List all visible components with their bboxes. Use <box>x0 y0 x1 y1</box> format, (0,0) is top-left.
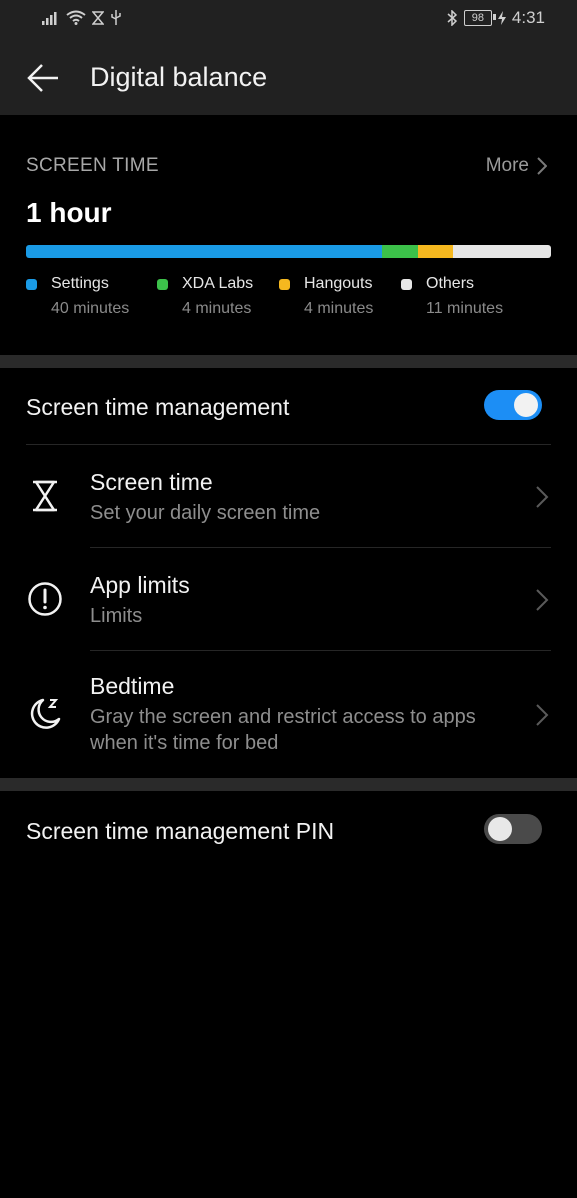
bedtime-row[interactable]: Bedtime Gray the screen and restrict acc… <box>0 651 577 778</box>
screen-time-section-label: SCREEN TIME <box>26 155 159 176</box>
chevron-right-icon <box>536 589 549 611</box>
screen-time-pin-label: Screen time management PIN <box>26 818 335 844</box>
bluetooth-icon <box>447 10 458 26</box>
signal-icon <box>42 11 57 25</box>
more-label: More <box>485 155 529 176</box>
page-title: Digital balance <box>90 62 268 92</box>
battery-indicator: 98 <box>463 10 496 26</box>
toggle-knob <box>488 817 512 841</box>
screen-time-pin-row[interactable]: Screen time management PIN <box>0 791 577 871</box>
legend-dot <box>157 279 168 290</box>
row-subtitle: Limits <box>90 605 143 627</box>
charging-icon <box>497 11 506 25</box>
row-subtitle-line-2: when it's time for bed <box>90 732 279 754</box>
usage-segment-others <box>453 245 551 258</box>
legend-app-name: Others <box>426 275 475 292</box>
toggle-knob <box>514 393 538 417</box>
legend-dot <box>279 279 290 290</box>
screen-time-management-row[interactable]: Screen time management <box>0 368 577 444</box>
wifi-icon <box>66 10 86 25</box>
legend-dot <box>26 279 37 290</box>
back-button[interactable] <box>24 58 64 98</box>
screen-time-management-label: Screen time management <box>26 394 290 420</box>
legend-app-name: XDA Labs <box>182 275 254 292</box>
screen-time-pin-toggle[interactable] <box>484 814 542 844</box>
row-subtitle-line-1: Gray the screen and restrict access to a… <box>90 706 476 728</box>
row-title: Bedtime <box>90 673 175 699</box>
screen-time-row[interactable]: Screen time Set your daily screen time <box>0 445 577 547</box>
screen-time-management-toggle[interactable] <box>484 390 542 420</box>
row-subtitle: Set your daily screen time <box>90 502 321 524</box>
row-title: App limits <box>90 572 190 598</box>
chevron-right-icon <box>537 157 547 175</box>
hourglass-status-icon <box>92 10 104 25</box>
usage-segment-xda-labs <box>381 245 418 258</box>
app-bar: Digital balance <box>0 38 577 115</box>
status-right-icons: 98 4:31 <box>447 8 545 28</box>
section-divider <box>0 355 577 368</box>
usage-bar <box>26 245 551 258</box>
arrow-left-icon <box>27 64 58 92</box>
total-screen-time: 1 hour <box>26 197 112 228</box>
legend-app-name: Hangouts <box>304 275 373 292</box>
status-bar: 98 4:31 <box>0 0 577 38</box>
alert-circle-icon <box>28 582 62 616</box>
status-time: 4:31 <box>511 8 545 27</box>
more-link[interactable]: More <box>486 155 547 177</box>
legend-duration: 11 minutes <box>426 300 504 317</box>
legend-app-name: Settings <box>51 275 109 292</box>
legend-duration: 40 minutes <box>51 300 130 317</box>
usb-icon <box>111 10 121 25</box>
app-limits-row[interactable]: App limits Limits <box>0 548 577 650</box>
moon-icon <box>30 698 61 729</box>
usage-segment-settings <box>26 245 382 258</box>
section-divider <box>0 778 577 791</box>
chevron-right-icon <box>536 704 549 726</box>
legend-dot <box>401 279 412 290</box>
usage-segment-hangouts <box>417 245 454 258</box>
chevron-right-icon <box>536 486 549 508</box>
status-left-icons <box>42 10 122 25</box>
row-title: Screen time <box>90 469 213 495</box>
legend-duration: 4 minutes <box>182 300 252 317</box>
hourglass-icon <box>33 480 57 512</box>
legend-duration: 4 minutes <box>304 300 374 317</box>
